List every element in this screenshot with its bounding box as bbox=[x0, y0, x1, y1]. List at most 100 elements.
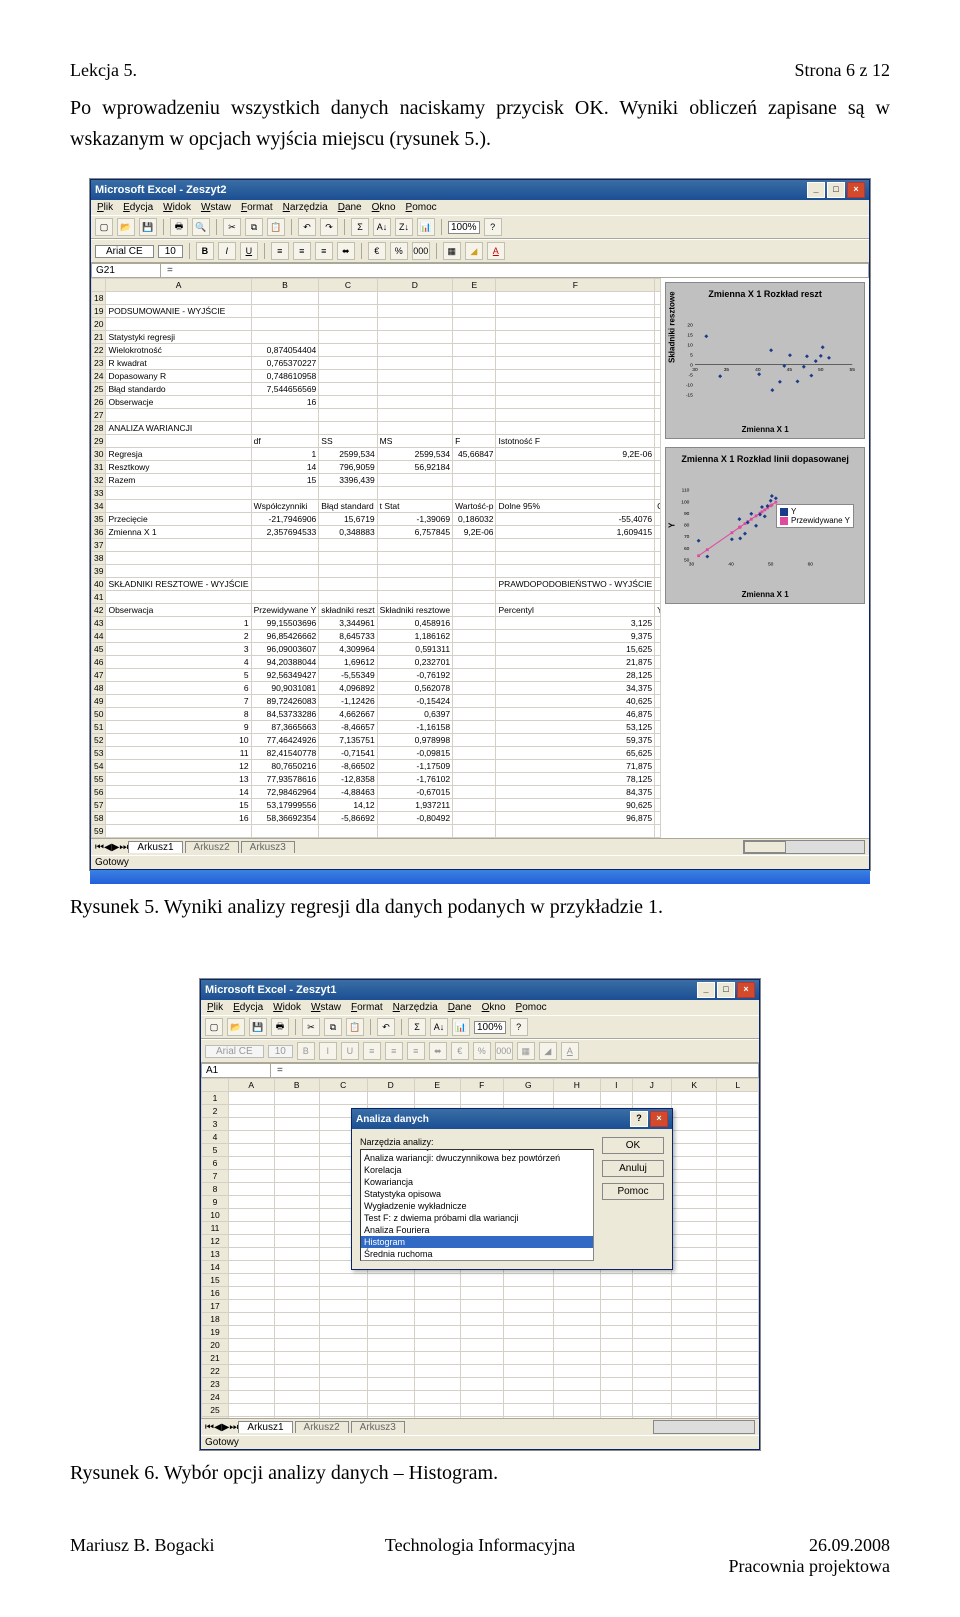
cell[interactable]: Statystyki regresji bbox=[106, 331, 251, 344]
paste-icon[interactable]: 📋 bbox=[267, 218, 285, 236]
cell[interactable] bbox=[671, 1391, 717, 1404]
cell[interactable] bbox=[415, 1378, 461, 1391]
row-header[interactable]: 36 bbox=[92, 526, 106, 539]
cell[interactable] bbox=[717, 1352, 759, 1365]
list-item[interactable]: Wygładzenie wykładnicze bbox=[361, 1200, 593, 1212]
cell[interactable]: 46,875 bbox=[496, 708, 655, 721]
row-header[interactable]: 12 bbox=[202, 1235, 229, 1248]
cell[interactable] bbox=[453, 292, 496, 305]
cell[interactable] bbox=[601, 1365, 632, 1378]
cell[interactable] bbox=[320, 1404, 368, 1417]
cell[interactable] bbox=[460, 1326, 504, 1339]
cell[interactable]: 0,6397 bbox=[377, 708, 452, 721]
merge-icon[interactable]: ⬌ bbox=[429, 1042, 447, 1060]
cell[interactable] bbox=[671, 1170, 717, 1183]
cell[interactable] bbox=[460, 1352, 504, 1365]
tab-nav-prev-icon[interactable]: ◀ bbox=[214, 1422, 222, 1433]
cell[interactable]: 12 bbox=[106, 760, 251, 773]
cell[interactable] bbox=[319, 305, 377, 318]
menu-item[interactable]: Narzędzia bbox=[283, 202, 328, 213]
cell[interactable] bbox=[274, 1131, 320, 1144]
cell[interactable] bbox=[553, 1391, 601, 1404]
cell[interactable]: 1,69612 bbox=[319, 656, 377, 669]
cell[interactable]: MS bbox=[377, 435, 452, 448]
cell[interactable] bbox=[106, 318, 251, 331]
cell[interactable] bbox=[504, 1326, 554, 1339]
row-header[interactable]: 33 bbox=[92, 487, 106, 500]
borders-icon[interactable]: ▦ bbox=[443, 242, 461, 260]
sort-asc-icon[interactable]: A↓ bbox=[373, 218, 391, 236]
menu-item[interactable]: Okno bbox=[372, 202, 396, 213]
cell[interactable] bbox=[717, 1170, 759, 1183]
cell[interactable] bbox=[251, 552, 319, 565]
cell[interactable] bbox=[377, 357, 452, 370]
cell[interactable] bbox=[632, 1391, 671, 1404]
cell[interactable]: 15 bbox=[251, 474, 319, 487]
row-header[interactable]: 38 bbox=[92, 552, 106, 565]
row-header[interactable]: 13 bbox=[202, 1248, 229, 1261]
cell[interactable] bbox=[367, 1404, 415, 1417]
row-header[interactable]: 48 bbox=[92, 682, 106, 695]
cell[interactable] bbox=[453, 630, 496, 643]
cell[interactable] bbox=[717, 1157, 759, 1170]
cell[interactable] bbox=[274, 1170, 320, 1183]
cell[interactable]: -0,71541 bbox=[319, 747, 377, 760]
cell[interactable] bbox=[453, 643, 496, 656]
col-header[interactable]: B bbox=[251, 279, 319, 292]
tab-nav-first-icon[interactable]: ⏮ bbox=[95, 842, 104, 853]
col-header[interactable]: A bbox=[229, 1079, 275, 1092]
autosum-icon[interactable]: Σ bbox=[351, 218, 369, 236]
sheet-tab[interactable]: Arkusz1 bbox=[128, 841, 182, 853]
cell[interactable] bbox=[251, 305, 319, 318]
cell[interactable] bbox=[453, 682, 496, 695]
cell[interactable] bbox=[460, 1417, 504, 1419]
cell[interactable] bbox=[717, 1196, 759, 1209]
cell[interactable] bbox=[367, 1287, 415, 1300]
list-item[interactable]: Statystyka opisowa bbox=[361, 1188, 593, 1200]
cell[interactable] bbox=[717, 1365, 759, 1378]
cell[interactable]: 1 bbox=[106, 617, 251, 630]
close-icon[interactable]: × bbox=[737, 982, 755, 998]
cell[interactable] bbox=[367, 1313, 415, 1326]
cell[interactable]: PRAWDOPODOBIEŃSTWO - WYJŚCIE bbox=[496, 578, 655, 591]
cell[interactable] bbox=[415, 1404, 461, 1417]
col-header[interactable]: H bbox=[553, 1079, 601, 1092]
cell[interactable] bbox=[229, 1248, 275, 1261]
col-header[interactable]: J bbox=[632, 1079, 671, 1092]
help-icon[interactable]: ? bbox=[510, 1018, 528, 1036]
col-header[interactable]: L bbox=[717, 1079, 759, 1092]
cell[interactable] bbox=[671, 1287, 717, 1300]
row-header[interactable]: 4 bbox=[202, 1131, 229, 1144]
cell[interactable] bbox=[453, 318, 496, 331]
cell[interactable] bbox=[229, 1287, 275, 1300]
cell[interactable] bbox=[453, 331, 496, 344]
row-header[interactable]: 26 bbox=[92, 396, 106, 409]
cell[interactable] bbox=[504, 1352, 554, 1365]
cell[interactable] bbox=[251, 292, 319, 305]
cell[interactable] bbox=[229, 1157, 275, 1170]
cell[interactable]: 2599,534 bbox=[319, 448, 377, 461]
cell[interactable]: 78,125 bbox=[496, 773, 655, 786]
cell[interactable] bbox=[632, 1404, 671, 1417]
cell[interactable]: -5,55349 bbox=[319, 669, 377, 682]
cell[interactable]: 13 bbox=[106, 773, 251, 786]
row-header[interactable]: 47 bbox=[92, 669, 106, 682]
cell[interactable] bbox=[496, 539, 655, 552]
cell[interactable] bbox=[106, 591, 251, 604]
cell[interactable] bbox=[453, 474, 496, 487]
cell[interactable]: 94,20388044 bbox=[251, 656, 319, 669]
align-icon[interactable]: ≡ bbox=[407, 1042, 425, 1060]
row-header[interactable]: 17 bbox=[202, 1300, 229, 1313]
cell[interactable] bbox=[601, 1313, 632, 1326]
cell[interactable] bbox=[274, 1209, 320, 1222]
sheet-tab[interactable]: Arkusz2 bbox=[185, 841, 239, 853]
row-header[interactable]: 55 bbox=[92, 773, 106, 786]
close-icon[interactable]: × bbox=[847, 182, 865, 198]
cell[interactable]: 99,15503696 bbox=[251, 617, 319, 630]
cell[interactable]: -55,4076 bbox=[496, 513, 655, 526]
cell[interactable]: 1,937211 bbox=[377, 799, 452, 812]
cell[interactable] bbox=[671, 1235, 717, 1248]
cell[interactable] bbox=[319, 539, 377, 552]
cell[interactable] bbox=[453, 357, 496, 370]
row-header[interactable]: 9 bbox=[202, 1196, 229, 1209]
